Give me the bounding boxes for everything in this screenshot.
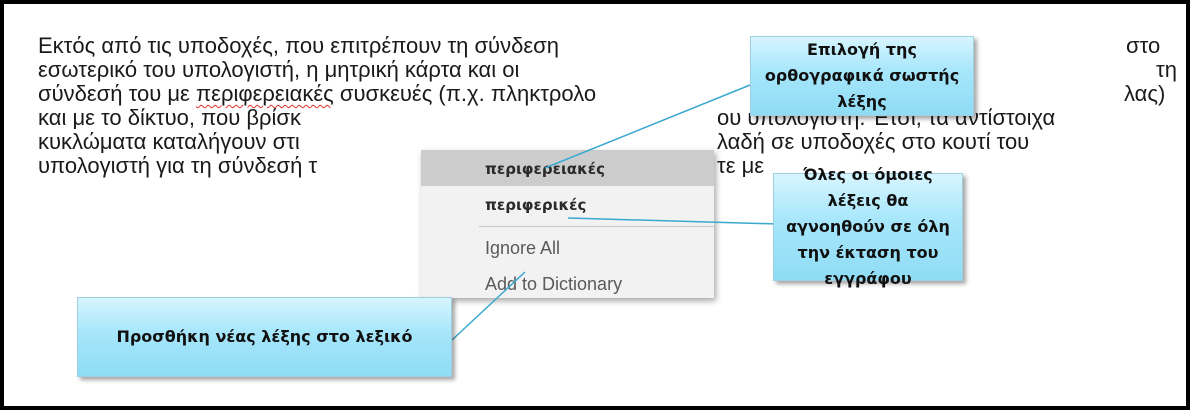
- callout-correct-word: Επιλογή της ορθογραφικά σωστής λέξης: [750, 36, 974, 116]
- callout-text: Προσθήκη νέας λέξης στο λεξικό: [116, 327, 413, 346]
- pointer-add-word: [451, 271, 526, 341]
- callout-add-word: Προσθήκη νέας λέξης στο λεξικό: [77, 297, 452, 377]
- pointer-correct-word: [544, 82, 756, 169]
- pointer-ignore-all: [567, 217, 779, 225]
- callout-ignore-all: Όλες οι όμοιες λέξεις θα αγνοηθούν σε όλ…: [773, 165, 963, 288]
- callout-text: Όλες οι όμοιες λέξεις θα αγνοηθούν σε όλ…: [786, 165, 950, 288]
- callout-text: Επιλογή της ορθογραφικά σωστής λέξης: [764, 40, 960, 111]
